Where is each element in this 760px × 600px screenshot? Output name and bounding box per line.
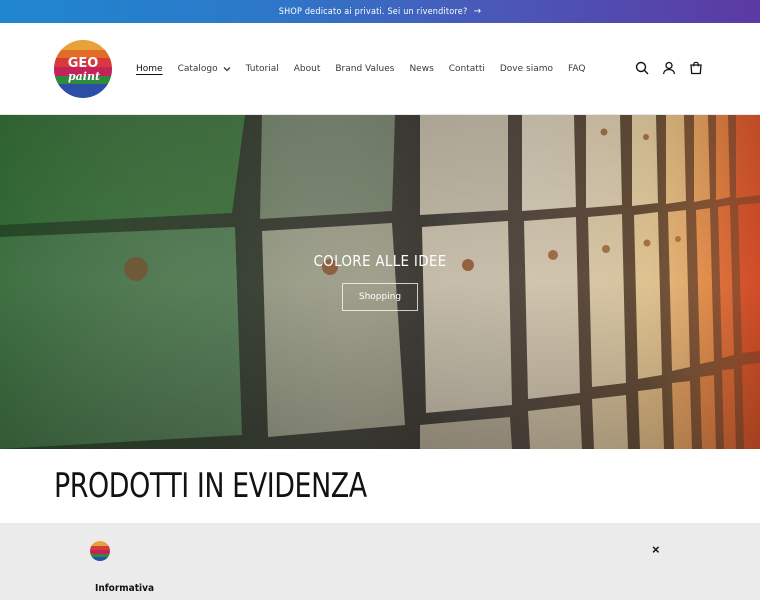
nav-brand-values[interactable]: Brand Values [335,62,394,76]
announcement-text[interactable]: SHOP dedicato ai privati. Sei un rivendi… [279,7,468,17]
nav-faq[interactable]: FAQ [568,62,585,76]
logo-text-paint: paint [68,70,100,83]
nav-contatti[interactable]: Contatti [449,62,485,76]
nav-about[interactable]: About [294,62,321,76]
close-icon[interactable]: × [652,542,660,557]
hero-banner: COLORE ALLE IDEE Shopping [0,115,760,449]
nav-catalogo[interactable]: Catalogo [178,62,231,76]
cookie-heading: Informativa [95,583,155,594]
account-icon[interactable] [661,60,677,76]
nav-tutorial[interactable]: Tutorial [246,62,279,76]
site-header: GEO paint Home Catalogo Tutorial About B… [0,23,760,115]
hero-title: COLORE ALLE IDEE [313,252,447,270]
geo-paint-mini-logo [90,541,110,561]
hero-drawers-image [0,115,760,449]
search-icon[interactable] [634,60,650,76]
nav-dove-siamo[interactable]: Dove siamo [500,62,553,76]
main-nav: Home Catalogo Tutorial About Brand Value… [136,62,600,76]
header-icons [634,60,704,76]
featured-products-title: PRODOTTI IN EVIDENZA [54,466,367,506]
nav-home[interactable]: Home [136,62,163,76]
chevron-down-icon [223,65,231,74]
arrow-right-icon: → [473,6,482,17]
cart-icon[interactable] [688,60,704,76]
announcement-bar[interactable]: SHOP dedicato ai privati. Sei un rivendi… [0,0,760,23]
shopping-button[interactable]: Shopping [342,283,418,311]
cookie-banner: × Informativa [0,523,760,600]
nav-news[interactable]: News [409,62,433,76]
geo-paint-logo[interactable]: GEO paint [54,40,112,98]
logo-text-geo: GEO [68,56,99,71]
